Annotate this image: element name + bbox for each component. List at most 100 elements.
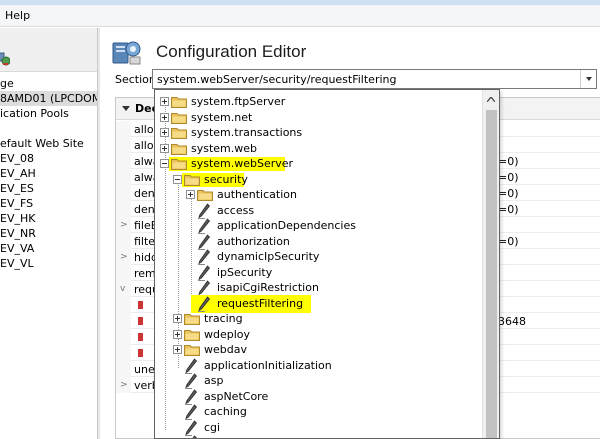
tree-node-dynamicipsecurity[interactable]: dynamicIpSecurity xyxy=(186,249,486,265)
row-expander-icon[interactable]: > xyxy=(120,220,128,230)
scroll-up-icon[interactable] xyxy=(487,97,495,102)
connection-node[interactable]: 8AMD01 (LPCDOMAI xyxy=(0,91,97,106)
tree-node-label: dynamicIpSecurity xyxy=(217,250,320,263)
section-value: system.webServer/security/requestFilteri… xyxy=(157,73,397,86)
config-section-pen-icon xyxy=(198,218,211,234)
row-gutter xyxy=(116,329,131,345)
tree-node-applicationinitialization[interactable]: applicationInitialization xyxy=(173,358,473,374)
folder-icon xyxy=(171,113,187,124)
tree-node-applicationdependencies[interactable]: applicationDependencies xyxy=(186,218,486,234)
tree-node-system-web[interactable]: system.web xyxy=(160,141,460,157)
tree-node-aspnetcore[interactable]: aspNetCore xyxy=(173,389,473,405)
dropdown-scrollbar[interactable] xyxy=(482,90,499,438)
tree-node-system-transactions[interactable]: system.transactions xyxy=(160,125,460,141)
tree-node-security[interactable]: security xyxy=(173,172,473,188)
expand-plus-icon[interactable] xyxy=(160,113,169,122)
folder-icon xyxy=(184,175,200,186)
row-gutter xyxy=(116,265,131,281)
tree-node-system-ftpserver[interactable]: system.ftpServer xyxy=(160,94,460,110)
row-gutter xyxy=(116,313,131,329)
property-value[interactable]: =0) xyxy=(498,171,519,184)
tree-node-label: authorization xyxy=(217,235,290,248)
connection-node[interactable]: EV_HK xyxy=(0,211,35,226)
section-combobox[interactable]: system.webServer/security/requestFilteri… xyxy=(152,69,597,89)
connection-node[interactable]: EV_FS xyxy=(0,196,33,211)
tree-node-system-net[interactable]: system.net xyxy=(160,110,460,126)
tree-node-asp[interactable]: asp xyxy=(173,373,473,389)
expand-plus-icon[interactable] xyxy=(173,345,182,354)
section-dropdown-tree[interactable]: system.ftpServer system.net system.transac… xyxy=(154,89,500,439)
row-expander-icon[interactable]: > xyxy=(120,252,128,262)
property-value[interactable]: =0) xyxy=(498,155,519,168)
property-value[interactable]: =0) xyxy=(498,235,519,248)
locked-attribute-icon xyxy=(138,349,143,357)
expand-plus-icon[interactable] xyxy=(173,314,182,323)
collapse-minus-icon[interactable] xyxy=(173,175,182,184)
config-section-pen-icon xyxy=(198,265,211,281)
row-gutter xyxy=(116,297,131,313)
tree-node-wdeploy[interactable]: wdeploy xyxy=(173,327,473,343)
connection-node[interactable]: EV_AH xyxy=(0,166,36,181)
tree-node-label: applicationDependencies xyxy=(217,219,356,232)
scrollbar-thumb[interactable] xyxy=(486,110,497,438)
tree-node-label: applicationInitialization xyxy=(204,359,332,372)
folder-icon xyxy=(197,190,213,201)
tree-node-label: system.webServer xyxy=(191,157,294,170)
config-section-pen-icon xyxy=(185,404,198,420)
config-section-pen-icon xyxy=(192,435,198,438)
collapse-minus-icon[interactable] xyxy=(160,159,169,168)
tree-node-label: webdav xyxy=(204,343,247,356)
folder-icon xyxy=(171,128,187,139)
folder-icon xyxy=(184,345,200,356)
page-title: Configuration Editor xyxy=(156,42,307,61)
expand-plus-icon[interactable] xyxy=(186,190,195,199)
locked-attribute-icon xyxy=(138,301,143,309)
chevron-down-icon[interactable] xyxy=(580,70,596,88)
expand-plus-icon[interactable] xyxy=(173,330,182,339)
row-gutter xyxy=(116,185,131,201)
tree-node-requestfiltering[interactable]: requestFiltering xyxy=(186,296,486,312)
tree-node-webdav[interactable]: webdav xyxy=(173,342,473,358)
tree-node-access[interactable]: access xyxy=(186,203,486,219)
row-expander-icon[interactable]: > xyxy=(120,380,128,390)
connection-node[interactable]: EV_08 xyxy=(0,151,34,166)
tree-node-tracing[interactable]: tracing xyxy=(173,311,473,327)
connection-node[interactable]: EV_VA xyxy=(0,241,34,256)
connection-node[interactable]: efault Web Site xyxy=(0,136,84,151)
tree-node-caching[interactable]: caching xyxy=(173,404,473,420)
collapse-triangle-icon[interactable] xyxy=(122,106,130,111)
tree-node-label: ipSecurity xyxy=(217,266,273,279)
tree-node-label: system.transactions xyxy=(191,126,303,139)
config-section-pen-icon xyxy=(185,373,198,389)
property-value[interactable]: 3648 xyxy=(498,315,526,328)
property-value[interactable]: =0) xyxy=(498,187,519,200)
tree-node-ipsecurity[interactable]: ipSecurity xyxy=(186,265,486,281)
connection-node[interactable]: EV_NR xyxy=(0,226,36,241)
connection-node[interactable]: EV_VL xyxy=(0,256,34,271)
connection-node[interactable]: EV_ES xyxy=(0,181,34,196)
server-globe-icon[interactable] xyxy=(0,52,10,66)
tree-node-authentication[interactable]: authentication xyxy=(186,187,486,203)
tree-node-isapicgirestriction[interactable]: isapiCgiRestriction xyxy=(186,280,486,296)
tree-node-authorization[interactable]: authorization xyxy=(186,234,486,250)
tree-node-cgi[interactable]: cgi xyxy=(173,420,473,436)
property-value[interactable]: =0) xyxy=(498,203,519,216)
row-expander-icon[interactable]: v xyxy=(120,284,125,294)
tree-node-system-webserver[interactable]: system.webServer xyxy=(160,156,460,172)
connection-node[interactable]: ge xyxy=(0,76,14,91)
folder-icon xyxy=(171,144,187,155)
expand-plus-icon[interactable] xyxy=(160,144,169,153)
tree-node-label: authentication xyxy=(217,188,297,201)
tree-node-defaultdocument[interactable]: defaultDocument xyxy=(173,435,473,438)
folder-icon xyxy=(184,314,200,325)
connections-toolbar xyxy=(0,28,97,72)
connection-node[interactable]: ication Pools xyxy=(0,106,69,121)
tree-node-label: aspNetCore xyxy=(204,390,269,403)
config-section-pen-icon xyxy=(185,358,198,374)
row-gutter xyxy=(116,201,131,217)
row-gutter xyxy=(116,137,131,153)
expand-plus-icon[interactable] xyxy=(160,97,169,106)
menu-help[interactable]: Help xyxy=(5,9,30,22)
expand-plus-icon[interactable] xyxy=(160,128,169,137)
folder-icon xyxy=(171,159,187,170)
